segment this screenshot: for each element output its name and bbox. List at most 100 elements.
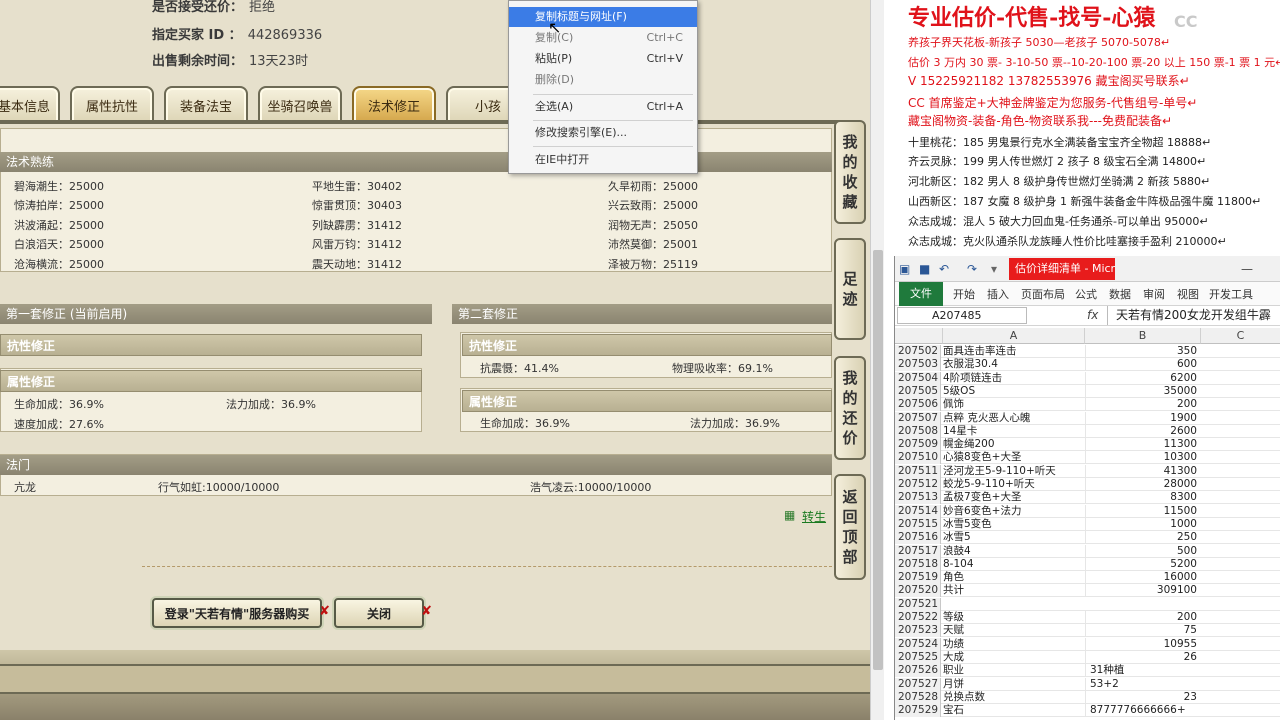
row-number[interactable]: 207503 bbox=[895, 358, 941, 372]
cell-a[interactable]: 妙音6变色+法力 bbox=[943, 505, 1085, 518]
cell-a[interactable]: 大成 bbox=[943, 651, 1085, 664]
cell-a[interactable]: 14星卡 bbox=[943, 425, 1085, 438]
tab-equipment[interactable]: 装备法宝 bbox=[164, 86, 248, 122]
table-row[interactable]: 207512 蛟龙5-9-110+听天 28000 bbox=[895, 478, 1280, 491]
page-scrollbar[interactable] bbox=[870, 0, 884, 720]
menu-paste[interactable]: 粘贴(P) Ctrl+V bbox=[509, 49, 697, 69]
cell-a[interactable]: 心猿8变色+大圣 bbox=[943, 451, 1085, 464]
cell-a[interactable]: 衣服混30.4 bbox=[943, 358, 1085, 371]
side-nav-back-to-top[interactable]: 返 回 顶 部 bbox=[834, 474, 866, 580]
table-row[interactable]: 207502 面具连击率连击 350 bbox=[895, 345, 1280, 358]
cell-b[interactable]: 1900 bbox=[1085, 411, 1201, 425]
table-row[interactable]: 207517 浪鼓4 500 bbox=[895, 544, 1280, 558]
row-number[interactable]: 207525 bbox=[895, 650, 941, 664]
cell-b[interactable]: 600 bbox=[1085, 358, 1201, 372]
cell-a[interactable]: 冰雪5 bbox=[943, 531, 1085, 544]
table-row[interactable]: 207508 14星卡 2600 bbox=[895, 424, 1280, 438]
row-number[interactable]: 207506 bbox=[895, 398, 941, 412]
name-box[interactable]: A207485 bbox=[897, 307, 1027, 324]
cell-a[interactable]: 天赋 bbox=[943, 624, 1085, 637]
row-number[interactable]: 207514 bbox=[895, 504, 941, 518]
menu-delete[interactable]: 删除(D) bbox=[509, 70, 697, 90]
cell-a[interactable]: 5级OS bbox=[943, 385, 1085, 398]
ribbon-tab-view[interactable]: 视图 bbox=[1177, 286, 1199, 302]
ribbon-tab-page-layout[interactable]: 页面布局 bbox=[1021, 286, 1065, 302]
cell-b[interactable]: 5200 bbox=[1085, 557, 1201, 571]
row-number[interactable]: 207504 bbox=[895, 371, 941, 385]
login-buy-button[interactable]: 登录"天若有情"服务器购买 ✘ bbox=[152, 598, 330, 628]
row-number[interactable]: 207522 bbox=[895, 611, 941, 624]
cell-a[interactable]: 兑换点数 bbox=[943, 691, 1085, 704]
table-row[interactable]: 207511 泾河龙王5-9-110+听天 41300 bbox=[895, 464, 1280, 478]
row-number[interactable]: 207511 bbox=[895, 464, 941, 478]
menu-change-search-engine[interactable]: 修改搜索引擎(E)... bbox=[509, 123, 697, 143]
row-number[interactable]: 207507 bbox=[895, 411, 941, 425]
row-number[interactable]: 207520 bbox=[895, 584, 941, 598]
cell-a[interactable]: 点粹 克火恶人心魄 bbox=[943, 412, 1085, 425]
table-row[interactable]: 207528 兑换点数 23 bbox=[895, 690, 1280, 704]
cell-a[interactable]: 功绩 bbox=[943, 638, 1085, 651]
cell-a[interactable]: 4阶项链连击 bbox=[943, 372, 1085, 385]
select-all-corner[interactable] bbox=[895, 328, 943, 344]
table-row[interactable]: 207504 4阶项链连击 6200 bbox=[895, 371, 1280, 385]
menu-select-all[interactable]: 全选(A) Ctrl+A bbox=[509, 97, 697, 117]
cell-b[interactable]: 41300 bbox=[1085, 464, 1201, 478]
table-row[interactable]: 207523 天赋 75 bbox=[895, 624, 1280, 638]
cell-a[interactable]: 职业 bbox=[943, 664, 1085, 677]
ribbon-tab-data[interactable]: 数据 bbox=[1109, 286, 1131, 302]
ribbon-tab-review[interactable]: 审阅 bbox=[1143, 286, 1165, 302]
customize-toolbar-icon[interactable]: ▾ bbox=[991, 262, 997, 276]
cell-a[interactable]: 宝石 bbox=[943, 704, 1085, 717]
cell-b[interactable]: 350 bbox=[1085, 345, 1201, 358]
table-row[interactable]: 207518 8-104 5200 bbox=[895, 557, 1280, 571]
row-number[interactable]: 207523 bbox=[895, 624, 941, 638]
table-row[interactable]: 207510 心猿8变色+大圣 10300 bbox=[895, 451, 1280, 465]
ribbon-tab-home[interactable]: 开始 bbox=[953, 286, 975, 302]
cell-a[interactable]: 泾河龙王5-9-110+听天 bbox=[943, 465, 1085, 478]
row-number[interactable]: 207521 bbox=[895, 597, 941, 611]
cell-b[interactable]: 200 bbox=[1085, 398, 1201, 412]
table-row[interactable]: 207527 月饼 53+2 bbox=[895, 677, 1280, 691]
scrollbar-thumb[interactable] bbox=[873, 250, 883, 670]
menu-copy[interactable]: 复制(C) Ctrl+C bbox=[509, 28, 697, 48]
cell-b[interactable]: 250 bbox=[1085, 531, 1201, 545]
cell-b[interactable]: 309100 bbox=[1085, 584, 1201, 598]
cell-a[interactable]: 孟极7变色+大圣 bbox=[943, 491, 1085, 504]
cell-a[interactable]: 浪鼓4 bbox=[943, 545, 1085, 558]
cell-a[interactable]: 幌金绳200 bbox=[943, 438, 1085, 451]
table-row[interactable]: 207503 衣服混30.4 600 bbox=[895, 358, 1280, 372]
row-number[interactable]: 207527 bbox=[895, 677, 941, 691]
table-row[interactable]: 207522 等级 200 bbox=[895, 611, 1280, 624]
cell-a[interactable]: 月饼 bbox=[943, 678, 1085, 691]
cell-a[interactable]: 面具连击率连击 bbox=[943, 345, 1085, 358]
side-nav-my-offers[interactable]: 我 的 还 价 bbox=[834, 356, 866, 460]
cell-b[interactable]: 35000 bbox=[1085, 384, 1201, 398]
tab-basic-info[interactable]: 基本信息 bbox=[0, 86, 60, 122]
row-number[interactable]: 207508 bbox=[895, 424, 941, 438]
tab-spell-correction[interactable]: 法术修正 bbox=[352, 86, 436, 122]
table-row[interactable]: 207526 职业 31种植 bbox=[895, 664, 1280, 678]
menu-copy-title-url[interactable]: 复制标题与网址(F) bbox=[509, 7, 697, 27]
cell-b[interactable]: 26 bbox=[1085, 650, 1201, 664]
cell-b[interactable]: 8777776666666+ bbox=[1085, 704, 1201, 718]
row-number[interactable]: 207516 bbox=[895, 531, 941, 545]
row-number[interactable]: 207526 bbox=[895, 664, 941, 678]
cell-b[interactable]: 10300 bbox=[1085, 451, 1201, 465]
table-row[interactable]: 207520 共计 309100 bbox=[895, 584, 1280, 598]
minimize-icon[interactable]: — bbox=[1241, 262, 1253, 276]
cell-b[interactable]: 11500 bbox=[1085, 504, 1201, 518]
tab-mounts-pets[interactable]: 坐骑召唤兽 bbox=[258, 86, 342, 122]
cell-a[interactable]: 佩饰 bbox=[943, 398, 1085, 411]
cell-a[interactable]: 8-104 bbox=[943, 558, 1085, 571]
table-row[interactable]: 207507 点粹 克火恶人心魄 1900 bbox=[895, 411, 1280, 425]
table-row[interactable]: 207514 妙音6变色+法力 11500 bbox=[895, 504, 1280, 518]
row-number[interactable]: 207515 bbox=[895, 517, 941, 531]
ribbon-tab-insert[interactable]: 插入 bbox=[987, 286, 1009, 302]
save-icon[interactable]: ■ bbox=[919, 262, 930, 276]
row-number[interactable]: 207505 bbox=[895, 384, 941, 398]
ribbon-tab-file[interactable]: 文件 bbox=[899, 282, 943, 306]
table-row[interactable]: 207521 bbox=[895, 597, 1280, 611]
undo-icon[interactable]: ↶ bbox=[939, 262, 949, 276]
row-number[interactable]: 207518 bbox=[895, 557, 941, 571]
cell-b[interactable]: 16000 bbox=[1085, 571, 1201, 585]
